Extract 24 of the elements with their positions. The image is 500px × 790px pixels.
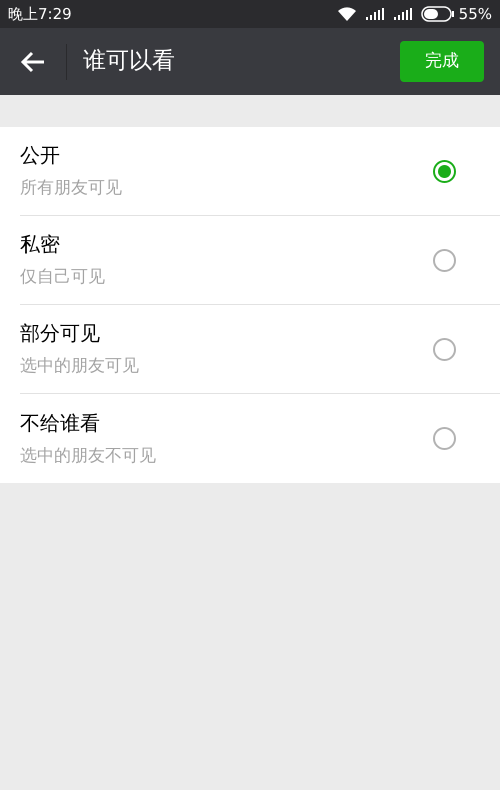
option-title: 部分可见 — [20, 320, 101, 348]
option-subtitle: 仅自己可见 — [20, 266, 106, 290]
radio-button[interactable] — [433, 427, 456, 450]
radio-button[interactable] — [433, 160, 456, 182]
option-subtitle: 选中的朋友不可见 — [20, 444, 157, 468]
signal-icon — [392, 7, 413, 21]
battery-icon — [420, 6, 455, 22]
wifi-icon — [336, 6, 357, 22]
signal-icon — [364, 7, 385, 21]
clock: 晚上7:29 — [8, 4, 72, 25]
option-subtitle: 所有朋友可见 — [20, 177, 123, 200]
option-title: 私密 — [20, 231, 61, 258]
page-title: 谁可以看 — [83, 47, 176, 76]
radio-button[interactable] — [433, 338, 456, 360]
back-arrow-icon[interactable] — [20, 50, 46, 74]
option-subtitle: 选中的朋友可见 — [20, 355, 140, 378]
option-title: 公开 — [20, 142, 61, 170]
visibility-option[interactable]: 公开 所有朋友可见 — [20, 127, 500, 216]
radio-button[interactable] — [433, 248, 456, 272]
visibility-option[interactable]: 私密 仅自己可见 — [20, 216, 500, 305]
visibility-option[interactable]: 部分可见 选中的朋友可见 — [20, 305, 500, 394]
option-title: 不给谁看 — [20, 410, 101, 437]
battery-percent: 55% — [458, 4, 492, 25]
visibility-option[interactable]: 不给谁看 选中的朋友不可见 — [20, 394, 500, 483]
